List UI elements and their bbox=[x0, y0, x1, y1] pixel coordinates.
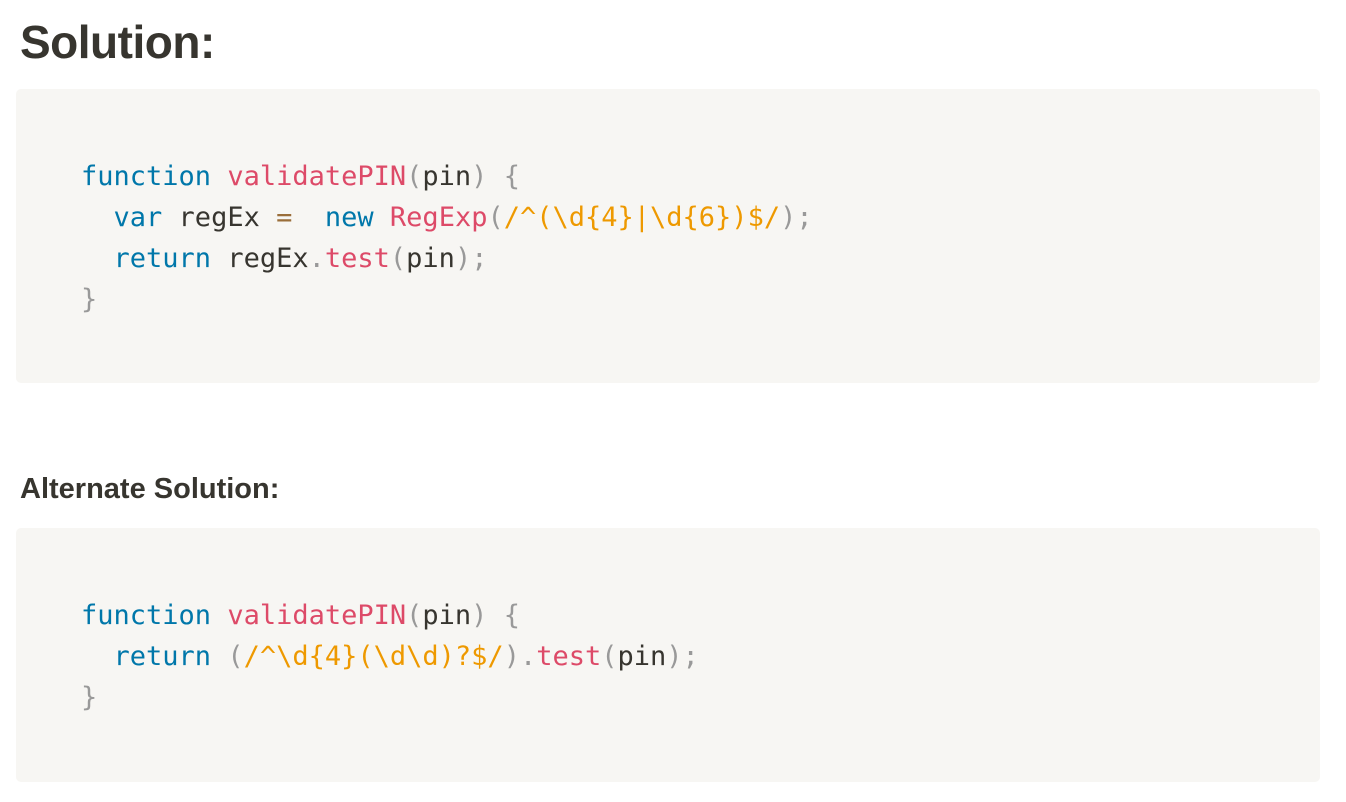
code-line: } bbox=[81, 279, 813, 320]
code-token: pin bbox=[406, 243, 455, 274]
code-token: ( bbox=[406, 161, 423, 192]
code-line: return regEx.test(pin); bbox=[81, 238, 813, 279]
code-token: ) bbox=[471, 161, 488, 192]
solution-heading: Solution: bbox=[20, 16, 215, 68]
code-line: function validatePIN(pin) { bbox=[81, 595, 699, 636]
code-token: = bbox=[276, 202, 293, 233]
solution-code-block[interactable]: function validatePIN(pin) { var regEx = … bbox=[16, 89, 1320, 383]
code-token: RegExp bbox=[389, 202, 488, 233]
solution-code: function validatePIN(pin) { var regEx = … bbox=[81, 156, 813, 320]
code-token: function bbox=[81, 600, 212, 631]
code-token: ( bbox=[487, 202, 504, 233]
code-token: ); bbox=[454, 243, 488, 274]
code-token: } bbox=[81, 682, 98, 713]
code-token: return bbox=[113, 641, 212, 672]
code-token: . bbox=[308, 243, 325, 274]
code-token: pin bbox=[422, 600, 472, 631]
code-token: new bbox=[324, 202, 374, 233]
code-token: regEx bbox=[162, 202, 277, 233]
code-line: return (/^\d{4}(\d\d)?$/).test(pin); bbox=[81, 636, 699, 677]
code-token: ( bbox=[227, 641, 244, 672]
code-token: { bbox=[503, 161, 520, 192]
code-token: return bbox=[113, 243, 212, 274]
code-token: ). bbox=[503, 641, 537, 672]
alternate-solution-code: function validatePIN(pin) { return (/^\d… bbox=[81, 595, 699, 718]
code-token: /^\d{4}(\d\d)?$/ bbox=[243, 641, 504, 672]
code-line: } bbox=[81, 677, 699, 718]
code-token: test bbox=[536, 641, 602, 672]
code-token: pin bbox=[422, 161, 472, 192]
code-token: ( bbox=[406, 600, 423, 631]
code-token: } bbox=[81, 284, 98, 315]
code-line: var regEx = new RegExp(/^(\d{4}|\d{6})$/… bbox=[81, 197, 813, 238]
code-token: test bbox=[324, 243, 390, 274]
code-token: { bbox=[503, 600, 520, 631]
alternate-solution-code-block[interactable]: function validatePIN(pin) { return (/^\d… bbox=[16, 528, 1320, 782]
code-token: ); bbox=[780, 202, 813, 233]
alternate-solution-heading: Alternate Solution: bbox=[20, 473, 280, 505]
code-token: function bbox=[81, 161, 212, 192]
code-token: ( bbox=[389, 243, 407, 274]
code-token: validatePIN bbox=[227, 600, 407, 631]
code-token: ); bbox=[666, 641, 699, 672]
code-token: validatePIN bbox=[227, 161, 407, 192]
code-token: pin bbox=[617, 641, 667, 672]
code-token: ( bbox=[601, 641, 618, 672]
code-token: ) bbox=[471, 600, 488, 631]
code-token: var bbox=[113, 202, 163, 233]
code-line: function validatePIN(pin) { bbox=[81, 156, 813, 197]
code-token: regEx bbox=[211, 243, 309, 274]
code-token: /^(\d{4}|\d{6})$/ bbox=[503, 202, 781, 233]
